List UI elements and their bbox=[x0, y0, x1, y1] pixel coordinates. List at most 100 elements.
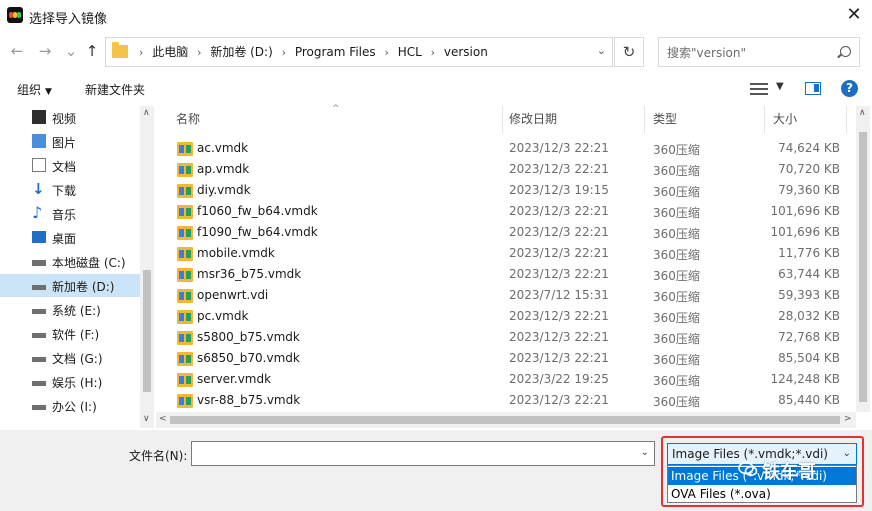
sidebar-item-videos[interactable]: 视频 bbox=[0, 106, 140, 129]
video-icon bbox=[32, 110, 46, 124]
sidebar-item-pictures[interactable]: 图片 bbox=[0, 130, 140, 153]
breadcrumb-program-files[interactable]: Program Files bbox=[295, 45, 376, 59]
file-date: 2023/12/3 22:21 bbox=[509, 162, 609, 176]
bottom-panel: 文件名(N): ⌄ Image Files (*.vmdk;*.vdi) ⌄ I… bbox=[0, 430, 872, 511]
table-row[interactable]: openwrt.vdi 2023/7/12 15:31 360压缩 59,393 KB bbox=[156, 285, 856, 306]
file-size: 85,440 KB bbox=[778, 393, 840, 407]
table-row[interactable]: ac.vmdk 2023/12/3 22:21 360压缩 74,624 KB bbox=[156, 138, 856, 159]
file-size: 74,624 KB bbox=[778, 141, 840, 155]
scroll-right-icon[interactable]: > bbox=[844, 414, 852, 424]
scroll-left-icon[interactable]: < bbox=[159, 414, 167, 424]
table-row[interactable]: s5800_b75.vmdk 2023/12/3 22:21 360压缩 72,768… bbox=[156, 327, 856, 348]
sidebar-item-label: 文档 bbox=[52, 160, 77, 174]
table-row[interactable]: msr36_b75.vmdk 2023/12/3 22:21 360压缩 63,744… bbox=[156, 264, 856, 285]
breadcrumb-separator[interactable]: › bbox=[139, 46, 143, 59]
breadcrumb-separator[interactable]: › bbox=[431, 46, 435, 59]
file-size: 59,393 KB bbox=[778, 288, 840, 302]
sidebar-item-drive-i[interactable]: 办公 (I:) bbox=[0, 394, 140, 417]
sidebar-item-drive-g[interactable]: 文档 (G:) bbox=[0, 346, 140, 369]
file-size: 28,032 KB bbox=[778, 309, 840, 323]
organize-button[interactable]: 组织 ▼ bbox=[17, 81, 52, 98]
column-header-name[interactable]: 名称 bbox=[168, 106, 503, 133]
table-row[interactable]: ap.vmdk 2023/12/3 22:21 360压缩 70,720 KB bbox=[156, 159, 856, 180]
pictures-icon bbox=[32, 134, 46, 148]
table-row[interactable]: server.vmdk 2023/3/22 19:25 360压缩 124,248 K… bbox=[156, 369, 856, 390]
breadcrumb-separator[interactable]: › bbox=[197, 46, 201, 59]
filename-dropdown-icon[interactable]: ⌄ bbox=[641, 447, 649, 458]
drive-icon bbox=[32, 309, 46, 314]
toolbar: 组织 ▼ 新建文件夹 ▼ ? bbox=[0, 74, 872, 104]
file-type-option-image[interactable]: Image Files (*.vmdk;*.vdi) bbox=[668, 467, 856, 485]
file-date: 2023/12/3 22:21 bbox=[509, 330, 609, 344]
search-input[interactable] bbox=[667, 44, 837, 62]
file-type-option-ova[interactable]: OVA Files (*.ova) bbox=[668, 485, 856, 503]
close-icon[interactable]: ✕ bbox=[840, 2, 868, 28]
column-header-date[interactable]: 修改日期 bbox=[501, 106, 645, 133]
search-box[interactable] bbox=[658, 37, 860, 67]
scroll-up-icon[interactable]: ∧ bbox=[143, 108, 150, 118]
table-row[interactable]: diy.vmdk 2023/12/3 19:15 360压缩 79,360 KB bbox=[156, 180, 856, 201]
file-list-horizontal-scrollbar[interactable]: < > bbox=[156, 412, 856, 428]
table-row[interactable]: f1090_fw_b64.vmdk 2023/12/3 22:21 360压缩 101… bbox=[156, 222, 856, 243]
file-type-caret-icon[interactable]: ⌄ bbox=[843, 448, 851, 459]
breadcrumb-version[interactable]: version bbox=[444, 45, 488, 59]
breadcrumb-this-pc[interactable]: 此电脑 bbox=[152, 45, 188, 59]
file-list-vertical-thumb[interactable] bbox=[859, 132, 867, 402]
sidebar-scroll-thumb[interactable] bbox=[143, 270, 151, 392]
filename-input[interactable] bbox=[196, 445, 626, 462]
file-type-select[interactable]: Image Files (*.vmdk;*.vdi) ⌄ bbox=[667, 443, 857, 465]
breadcrumb-separator[interactable]: › bbox=[384, 46, 388, 59]
file-name: openwrt.vdi bbox=[197, 288, 269, 302]
drive-icon bbox=[32, 381, 46, 386]
sidebar-scrollbar[interactable]: ∧ ∨ bbox=[140, 106, 154, 428]
column-header-type[interactable]: 类型 bbox=[645, 106, 765, 133]
file-date: 2023/12/3 22:21 bbox=[509, 309, 609, 323]
file-size: 79,360 KB bbox=[778, 183, 840, 197]
table-row[interactable]: pc.vmdk 2023/12/3 22:21 360压缩 28,032 KB bbox=[156, 306, 856, 327]
sidebar-item-label: 文档 (G:) bbox=[52, 352, 103, 366]
table-row[interactable]: vsr-88_b75.vmdk 2023/12/3 22:21 360压缩 85,44… bbox=[156, 390, 856, 411]
forward-arrow-icon[interactable]: → bbox=[36, 41, 54, 61]
table-row[interactable]: mobile.vmdk 2023/12/3 22:21 360压缩 11,776 KB bbox=[156, 243, 856, 264]
file-size: 124,248 KB bbox=[770, 372, 840, 386]
sidebar-item-drive-e[interactable]: 系统 (E:) bbox=[0, 298, 140, 321]
search-icon[interactable] bbox=[840, 46, 851, 57]
scroll-up-icon[interactable]: ∧ bbox=[859, 108, 866, 118]
file-list-vertical-scrollbar[interactable]: ∧ bbox=[856, 106, 870, 412]
file-type: 360压缩 bbox=[653, 290, 700, 304]
scroll-down-icon[interactable]: ∨ bbox=[143, 414, 150, 424]
column-header-size[interactable]: 大小 bbox=[765, 106, 847, 133]
help-icon[interactable]: ? bbox=[841, 80, 858, 97]
file-type: 360压缩 bbox=[653, 269, 700, 283]
breadcrumb-separator[interactable]: › bbox=[282, 46, 286, 59]
sidebar-item-documents[interactable]: 文档 bbox=[0, 154, 140, 177]
file-list-horizontal-thumb[interactable] bbox=[170, 416, 840, 424]
breadcrumb-hcl[interactable]: HCL bbox=[398, 45, 422, 59]
sidebar-item-music[interactable]: ♪ 音乐 bbox=[0, 202, 140, 225]
sidebar-item-drive-h[interactable]: 娱乐 (H:) bbox=[0, 370, 140, 393]
sidebar-item-drive-d[interactable]: 新加卷 (D:) bbox=[0, 274, 140, 297]
back-arrow-icon[interactable]: ← bbox=[8, 41, 26, 61]
music-icon: ♪ bbox=[32, 203, 43, 222]
sidebar-item-downloads[interactable]: ↓ 下载 bbox=[0, 178, 140, 201]
sidebar-item-drive-f[interactable]: 软件 (F:) bbox=[0, 322, 140, 345]
address-bar[interactable]: › 此电脑 › 新加卷 (D:) › Program Files › HCL ›… bbox=[105, 37, 613, 67]
file-name: vsr-88_b75.vmdk bbox=[197, 393, 301, 407]
table-row[interactable]: f1060_fw_b64.vmdk 2023/12/3 22:21 360压缩 101… bbox=[156, 201, 856, 222]
breadcrumb-drive-d[interactable]: 新加卷 (D:) bbox=[210, 45, 272, 59]
view-options-caret-icon[interactable]: ▼ bbox=[776, 81, 784, 92]
file-type: 360压缩 bbox=[653, 374, 700, 388]
view-details-icon[interactable] bbox=[750, 82, 768, 96]
refresh-button[interactable]: ↻ bbox=[614, 37, 644, 67]
sidebar-item-desktop[interactable]: 桌面 bbox=[0, 226, 140, 249]
sidebar-item-drive-c[interactable]: 本地磁盘 (C:) bbox=[0, 250, 140, 273]
filename-field[interactable]: ⌄ bbox=[191, 441, 655, 466]
sidebar-item-label: 视频 bbox=[52, 112, 77, 126]
table-row[interactable]: s6850_b70.vmdk 2023/12/3 22:21 360压缩 85,504… bbox=[156, 348, 856, 369]
up-arrow-icon[interactable]: ↑ bbox=[83, 41, 101, 61]
recent-locations-chevron-icon[interactable]: ⌄ bbox=[62, 41, 80, 61]
file-date: 2023/12/3 22:21 bbox=[509, 351, 609, 365]
preview-pane-icon[interactable] bbox=[805, 82, 821, 95]
address-dropdown-icon[interactable]: ⌄ bbox=[597, 44, 606, 57]
new-folder-button[interactable]: 新建文件夹 bbox=[85, 81, 145, 98]
